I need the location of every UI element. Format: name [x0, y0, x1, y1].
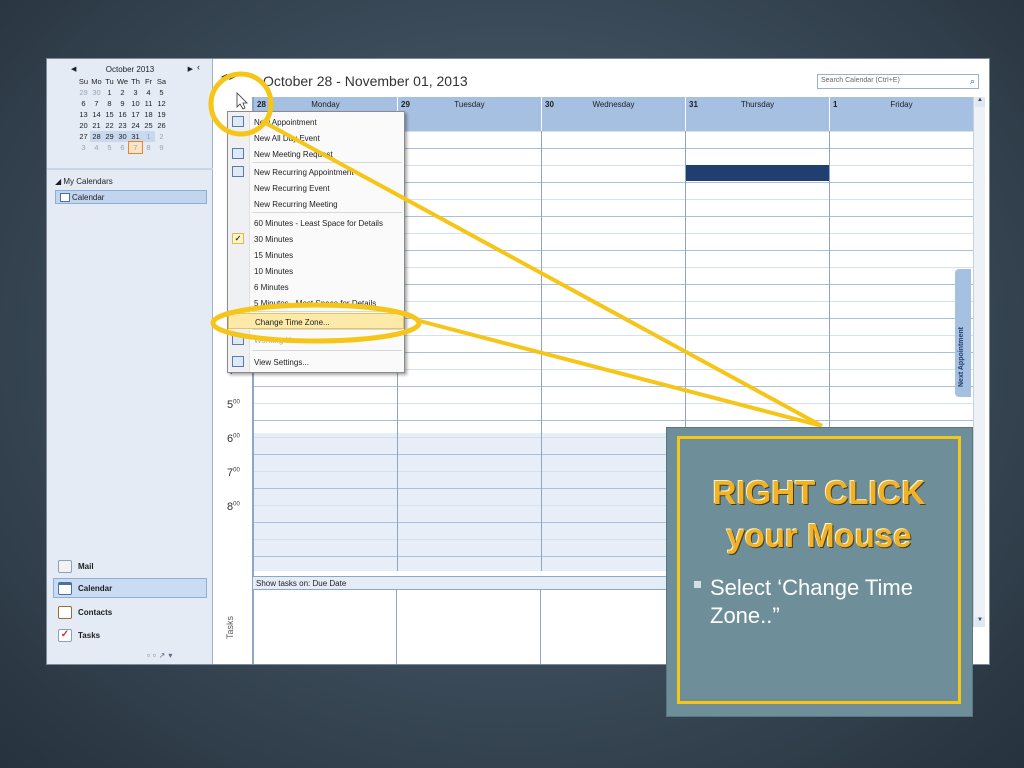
pointer-line: [261, 119, 823, 428]
mouse-cursor-icon: [236, 92, 248, 110]
callout-title: RIGHT CLICK your Mouse: [680, 471, 958, 557]
callout-bullet: Select ‘Change Time Zone..”: [694, 574, 940, 630]
callout-bullet-text: Select ‘Change Time Zone..”: [710, 575, 913, 628]
instruction-callout: RIGHT CLICK your Mouse Select ‘Change Ti…: [666, 427, 973, 717]
pointer-line: [415, 318, 823, 428]
highlight-oval-change-time-zone: [210, 302, 422, 344]
bullet-icon: [694, 581, 701, 588]
callout-title-line2: your Mouse: [726, 517, 912, 554]
callout-frame: RIGHT CLICK your Mouse Select ‘Change Ti…: [677, 436, 961, 704]
callout-title-line1: RIGHT CLICK: [712, 474, 926, 511]
